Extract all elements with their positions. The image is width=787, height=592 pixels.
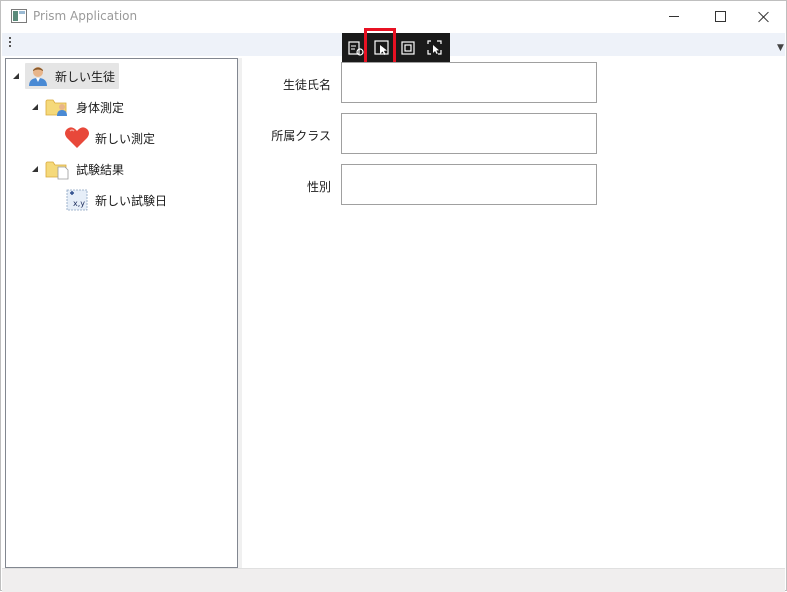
status-bar xyxy=(2,568,785,592)
class-field[interactable] xyxy=(341,113,597,154)
app-icon xyxy=(11,9,27,23)
field-label-class: 所属クラス xyxy=(271,129,331,143)
live-visual-tree-icon[interactable] xyxy=(347,39,365,57)
tree-item-group-1-label: 身体測定 xyxy=(76,100,125,115)
close-icon xyxy=(758,11,770,23)
expander-group-2-icon[interactable] xyxy=(32,166,38,172)
toolbar-overflow-icon[interactable]: ▼ xyxy=(777,43,784,53)
field-label-gender: 性別 xyxy=(306,180,331,194)
tree-item-root-selection[interactable]: 新しい生徒 xyxy=(25,63,120,89)
tree-item-group-2-label: 試験結果 xyxy=(76,162,125,177)
grid-splitter[interactable] xyxy=(238,58,242,568)
tree-item-group-1[interactable]: 身体測定 xyxy=(45,94,124,120)
expander-root-icon[interactable] xyxy=(13,73,19,79)
tree-item-group-2-child-label: 新しい試験日 xyxy=(95,193,168,208)
maximize-button[interactable] xyxy=(697,1,743,32)
track-focused-element-icon[interactable] xyxy=(426,39,444,57)
tree-item-group-2-child[interactable]: x,y 新しい試験日 xyxy=(66,187,167,213)
maximize-icon xyxy=(714,11,726,22)
tree-item-root[interactable]: 新しい生徒 xyxy=(25,63,120,89)
toolbar-grip-icon[interactable] xyxy=(9,37,11,49)
tree-item-group-1-child-label: 新しい測定 xyxy=(95,131,156,146)
field-label-student-name: 生徒氏名 xyxy=(282,78,331,92)
close-button[interactable] xyxy=(741,1,787,32)
tree-item-root-label: 新しい生徒 xyxy=(55,69,116,84)
app-window: Prism Application ▼ 新しい生徒 身体測定 新しい測定 試験結… xyxy=(0,0,787,592)
minimize-button[interactable] xyxy=(651,1,697,32)
folder-document-icon xyxy=(45,161,69,180)
student-icon xyxy=(29,67,47,86)
window-title: Prism Application xyxy=(33,9,138,23)
display-layout-adorners-icon[interactable] xyxy=(400,39,418,57)
tree-item-group-1-child[interactable]: 新しい測定 xyxy=(64,125,155,151)
svg-text:x,y: x,y xyxy=(73,199,85,208)
expander-group-1-icon[interactable] xyxy=(32,104,38,110)
xy-chart-icon: x,y xyxy=(66,189,88,211)
heart-icon xyxy=(65,127,89,148)
navigation-tree[interactable]: 新しい生徒 身体測定 新しい測定 試験結果 x,y 新しい試験日 xyxy=(5,58,238,568)
tree-item-group-2[interactable]: 試験結果 xyxy=(45,156,124,182)
minimize-icon xyxy=(669,16,679,17)
folder-person-icon xyxy=(45,99,67,116)
student-name-field[interactable] xyxy=(341,62,597,103)
gender-field[interactable] xyxy=(341,164,597,205)
